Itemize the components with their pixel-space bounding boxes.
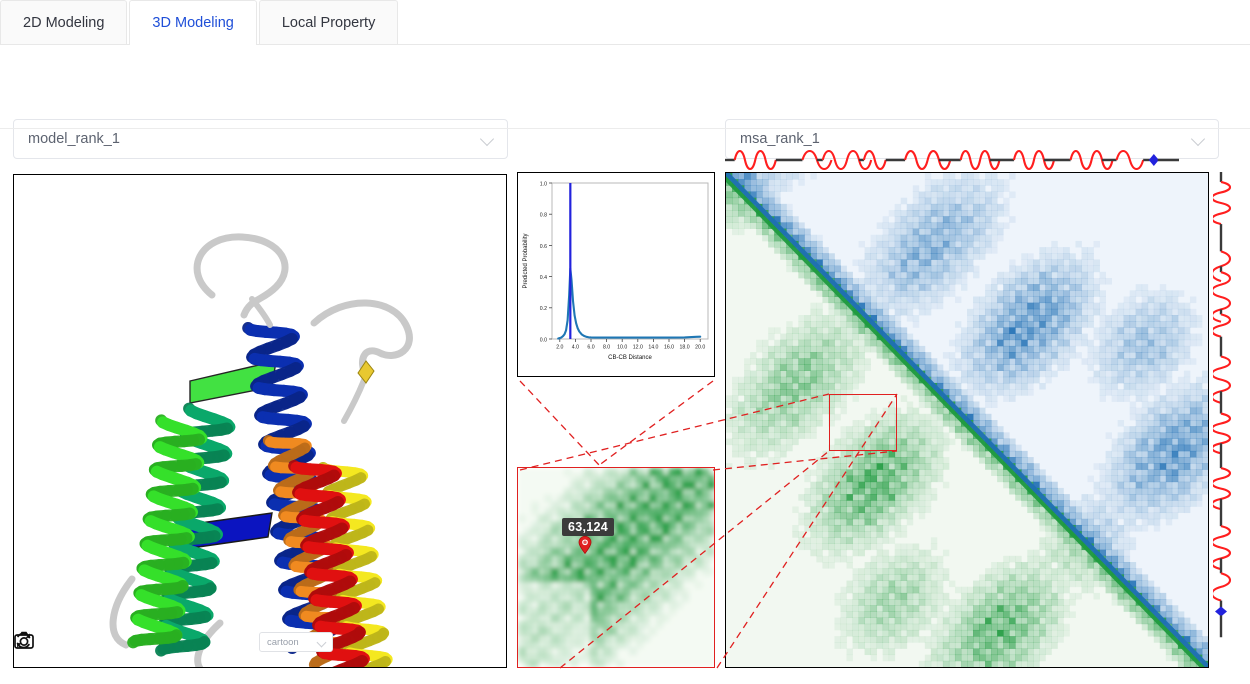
structure-viewer-3d[interactable]: cartoon [13,174,507,668]
section-divider [0,128,1250,129]
svg-text:14.0: 14.0 [648,345,658,351]
model-rank-select[interactable]: model_rank_1 [13,119,508,159]
contact-map-zoom-inset[interactable]: 63,124 [517,467,715,668]
svg-text:12.0: 12.0 [633,345,643,351]
contact-tooltip: 63,124 [562,518,615,536]
app-root: 2D Modeling 3D Modeling Local Property m… [0,0,1250,684]
tab-3d-modeling-label: 3D Modeling [152,14,234,31]
svg-text:16.0: 16.0 [664,345,674,351]
representation-select-value: cartoon [267,636,299,648]
chevron-down-icon [481,132,495,146]
map-pin-icon [578,535,592,555]
tab-bar: 2D Modeling 3D Modeling Local Property [0,0,1250,45]
camera-icon[interactable] [14,631,209,653]
tab-2d-modeling[interactable]: 2D Modeling [0,0,128,44]
chevron-down-icon [318,638,327,647]
svg-text:CB-CB Distance: CB-CB Distance [608,355,652,361]
msa-rank-select-value: msa_rank_1 [740,131,820,147]
tab-2d-modeling-label: 2D Modeling [23,14,105,31]
contact-map[interactable] [725,172,1209,668]
svg-text:0.0: 0.0 [540,337,547,343]
svg-text:0.2: 0.2 [540,306,547,312]
svg-text:10.0: 10.0 [617,345,627,351]
model-rank-select-value: model_rank_1 [28,131,120,147]
svg-text:0.8: 0.8 [540,213,547,219]
svg-text:0.4: 0.4 [540,275,547,281]
svg-text:8.0: 8.0 [603,345,610,351]
svg-text:2.0: 2.0 [556,345,563,351]
svg-text:Predicted Probability: Predicted Probability [523,233,529,288]
tab-3d-modeling[interactable]: 3D Modeling [129,0,257,45]
svg-text:4.0: 4.0 [572,345,579,351]
secondary-structure-track-vertical [1213,172,1243,668]
secondary-structure-track-horizontal [725,148,1209,172]
selector-row: model_rank_1 msa_rank_1 [0,45,1250,159]
svg-text:6.0: 6.0 [587,345,594,351]
zoom-inset-heatmap [518,468,714,667]
protein-cartoon-render [109,233,413,667]
svg-text:1.0: 1.0 [540,181,547,187]
distance-distribution-svg: 0.0 0.2 0.4 0.6 0.8 1.0 2.0 4.0 6.0 8.0 10.0 12.0 14… [523,181,709,361]
svg-text:20.0: 20.0 [695,345,705,351]
chevron-down-icon [1192,132,1206,146]
svg-text:18.0: 18.0 [680,345,690,351]
representation-select[interactable]: cartoon [259,632,333,652]
contact-map-heatmap [726,173,1208,667]
tab-local-property[interactable]: Local Property [258,0,399,44]
distance-distribution-plot: 0.0 0.2 0.4 0.6 0.8 1.0 2.0 4.0 6.0 8.0 10.0 12.0 14… [517,172,715,377]
refresh-icon[interactable] [16,631,245,653]
svg-text:0.6: 0.6 [540,244,547,250]
tab-local-property-label: Local Property [281,14,376,31]
viewer-controls: cartoon [14,631,506,653]
